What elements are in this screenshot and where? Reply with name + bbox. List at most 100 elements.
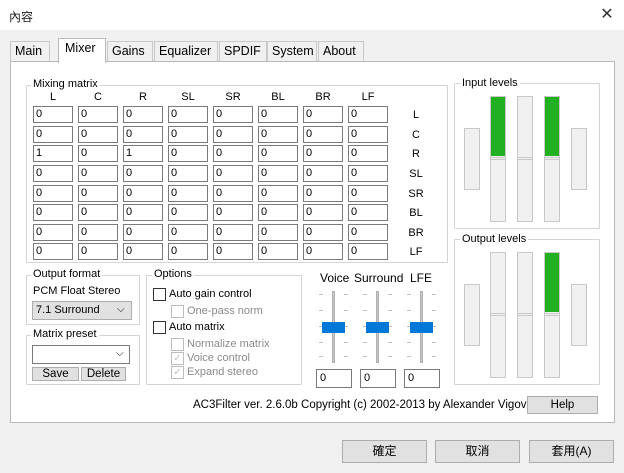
slider-thumb[interactable] xyxy=(366,322,389,333)
level-meter xyxy=(571,128,587,190)
matrix-cell-input[interactable]: 0 xyxy=(348,243,388,260)
matrix-cell-input[interactable]: 0 xyxy=(123,185,163,202)
auto-matrix-checkbox[interactable] xyxy=(153,321,166,334)
matrix-cell-input[interactable]: 0 xyxy=(33,243,73,260)
expand-stereo-checkbox[interactable]: ✓ xyxy=(171,366,184,379)
matrix-cell-input[interactable]: 0 xyxy=(123,204,163,221)
tab-mixer[interactable]: Mixer xyxy=(58,38,106,63)
matrix-cell-input[interactable]: 0 xyxy=(258,185,298,202)
matrix-cell-input[interactable]: 0 xyxy=(33,126,73,143)
tab-equalizer[interactable]: Equalizer xyxy=(154,41,218,62)
matrix-cell-input[interactable]: 0 xyxy=(168,145,208,162)
chevron-down-icon: ⌵ xyxy=(116,348,124,359)
matrix-cell-input[interactable]: 0 xyxy=(168,224,208,241)
help-button[interactable]: Help xyxy=(527,396,598,414)
matrix-cell-input[interactable]: 1 xyxy=(123,145,163,162)
slider-tick xyxy=(432,294,436,295)
matrix-cell-input[interactable]: 0 xyxy=(168,243,208,260)
matrix-cell-input[interactable]: 0 xyxy=(348,224,388,241)
matrix-cell-input[interactable]: 0 xyxy=(168,165,208,182)
matrix-cell-input[interactable]: 0 xyxy=(348,106,388,123)
voice-control-checkbox[interactable]: ✓ xyxy=(171,352,184,365)
matrix-cell-input[interactable]: 0 xyxy=(348,185,388,202)
tab-gains[interactable]: Gains xyxy=(107,41,153,62)
matrix-cell-input[interactable]: 0 xyxy=(123,224,163,241)
tab-main[interactable]: Main xyxy=(10,41,50,62)
delete-preset-button[interactable]: Delete xyxy=(81,367,126,381)
matrix-cell-input[interactable]: 0 xyxy=(213,126,253,143)
matrix-cell-input[interactable]: 0 xyxy=(168,185,208,202)
matrix-cell-input[interactable]: 0 xyxy=(33,165,73,182)
matrix-cell-input[interactable]: 0 xyxy=(258,165,298,182)
apply-button[interactable]: 套用(A) xyxy=(529,440,614,463)
matrix-cell-input[interactable]: 0 xyxy=(258,126,298,143)
matrix-cell-input[interactable]: 0 xyxy=(258,224,298,241)
auto-gain-control-checkbox[interactable] xyxy=(153,288,166,301)
matrix-cell-input[interactable]: 0 xyxy=(303,185,343,202)
matrix-cell-input[interactable]: 0 xyxy=(258,145,298,162)
lfe-value-input[interactable]: 0 xyxy=(404,369,440,388)
matrix-cell-input[interactable]: 0 xyxy=(213,165,253,182)
one-pass-norm-checkbox[interactable] xyxy=(171,305,184,318)
tab-about[interactable]: About xyxy=(318,41,364,62)
matrix-cell-input[interactable]: 0 xyxy=(33,185,73,202)
matrix-cell-input[interactable]: 0 xyxy=(78,165,118,182)
matrix-cell-input[interactable]: 0 xyxy=(78,243,118,260)
matrix-cell-input[interactable]: 0 xyxy=(303,165,343,182)
matrix-cell-input[interactable]: 0 xyxy=(123,126,163,143)
matrix-cell-input[interactable]: 0 xyxy=(123,243,163,260)
output-format-select[interactable]: 7.1 Surround ⌵ xyxy=(32,301,132,320)
matrix-cell-input[interactable]: 0 xyxy=(348,145,388,162)
matrix-cell-input[interactable]: 0 xyxy=(303,204,343,221)
save-preset-button[interactable]: Save xyxy=(32,367,79,381)
matrix-cell-input[interactable]: 0 xyxy=(213,106,253,123)
matrix-preset-combo[interactable]: ⌵ xyxy=(32,345,130,364)
matrix-cell-input[interactable]: 0 xyxy=(348,204,388,221)
matrix-cell-input[interactable]: 0 xyxy=(213,224,253,241)
matrix-cell-input[interactable]: 0 xyxy=(168,204,208,221)
matrix-cell-input[interactable]: 1 xyxy=(33,145,73,162)
matrix-cell-input[interactable]: 0 xyxy=(33,106,73,123)
output-format-text: PCM Float Stereo xyxy=(33,285,121,297)
matrix-cell-input[interactable]: 0 xyxy=(213,185,253,202)
matrix-cell-input[interactable]: 0 xyxy=(303,224,343,241)
matrix-cell-input[interactable]: 0 xyxy=(303,243,343,260)
slider-thumb[interactable] xyxy=(410,322,433,333)
matrix-cell-input[interactable]: 0 xyxy=(258,204,298,221)
matrix-cell-input[interactable]: 0 xyxy=(123,106,163,123)
matrix-cell-input[interactable]: 0 xyxy=(78,106,118,123)
matrix-cell-input[interactable]: 0 xyxy=(33,204,73,221)
cancel-button[interactable]: 取消 xyxy=(435,440,520,463)
tab-spdif[interactable]: SPDIF xyxy=(219,41,267,62)
matrix-cell-input[interactable]: 0 xyxy=(33,224,73,241)
matrix-cell-input[interactable]: 0 xyxy=(78,185,118,202)
slider-thumb[interactable] xyxy=(322,322,345,333)
matrix-column-header: BR xyxy=(315,91,331,103)
ok-button[interactable]: 確定 xyxy=(342,440,427,463)
tab-system[interactable]: System xyxy=(267,41,317,62)
matrix-cell-input[interactable]: 0 xyxy=(168,126,208,143)
level-meter xyxy=(517,96,533,222)
matrix-cell-input[interactable]: 0 xyxy=(303,106,343,123)
matrix-cell-input[interactable]: 0 xyxy=(303,126,343,143)
matrix-cell-input[interactable]: 0 xyxy=(123,165,163,182)
voice-value-input[interactable]: 0 xyxy=(316,369,352,388)
matrix-cell-input[interactable]: 0 xyxy=(213,145,253,162)
matrix-cell-input[interactable]: 0 xyxy=(258,106,298,123)
matrix-cell-input[interactable]: 0 xyxy=(213,243,253,260)
matrix-cell-input[interactable]: 0 xyxy=(78,126,118,143)
matrix-cell-input[interactable]: 0 xyxy=(78,145,118,162)
matrix-cell-input[interactable]: 0 xyxy=(303,145,343,162)
normalize-matrix-checkbox[interactable] xyxy=(171,338,184,351)
matrix-cell-input[interactable]: 0 xyxy=(348,165,388,182)
matrix-cell-input[interactable]: 0 xyxy=(213,204,253,221)
level-meter xyxy=(464,128,480,190)
expand-stereo-label: Expand stereo xyxy=(187,366,258,378)
matrix-cell-input[interactable]: 0 xyxy=(258,243,298,260)
surround-value-input[interactable]: 0 xyxy=(360,369,396,388)
matrix-cell-input[interactable]: 0 xyxy=(78,224,118,241)
matrix-cell-input[interactable]: 0 xyxy=(348,126,388,143)
matrix-cell-input[interactable]: 0 xyxy=(78,204,118,221)
close-icon[interactable]: ✕ xyxy=(597,5,617,25)
matrix-cell-input[interactable]: 0 xyxy=(168,106,208,123)
